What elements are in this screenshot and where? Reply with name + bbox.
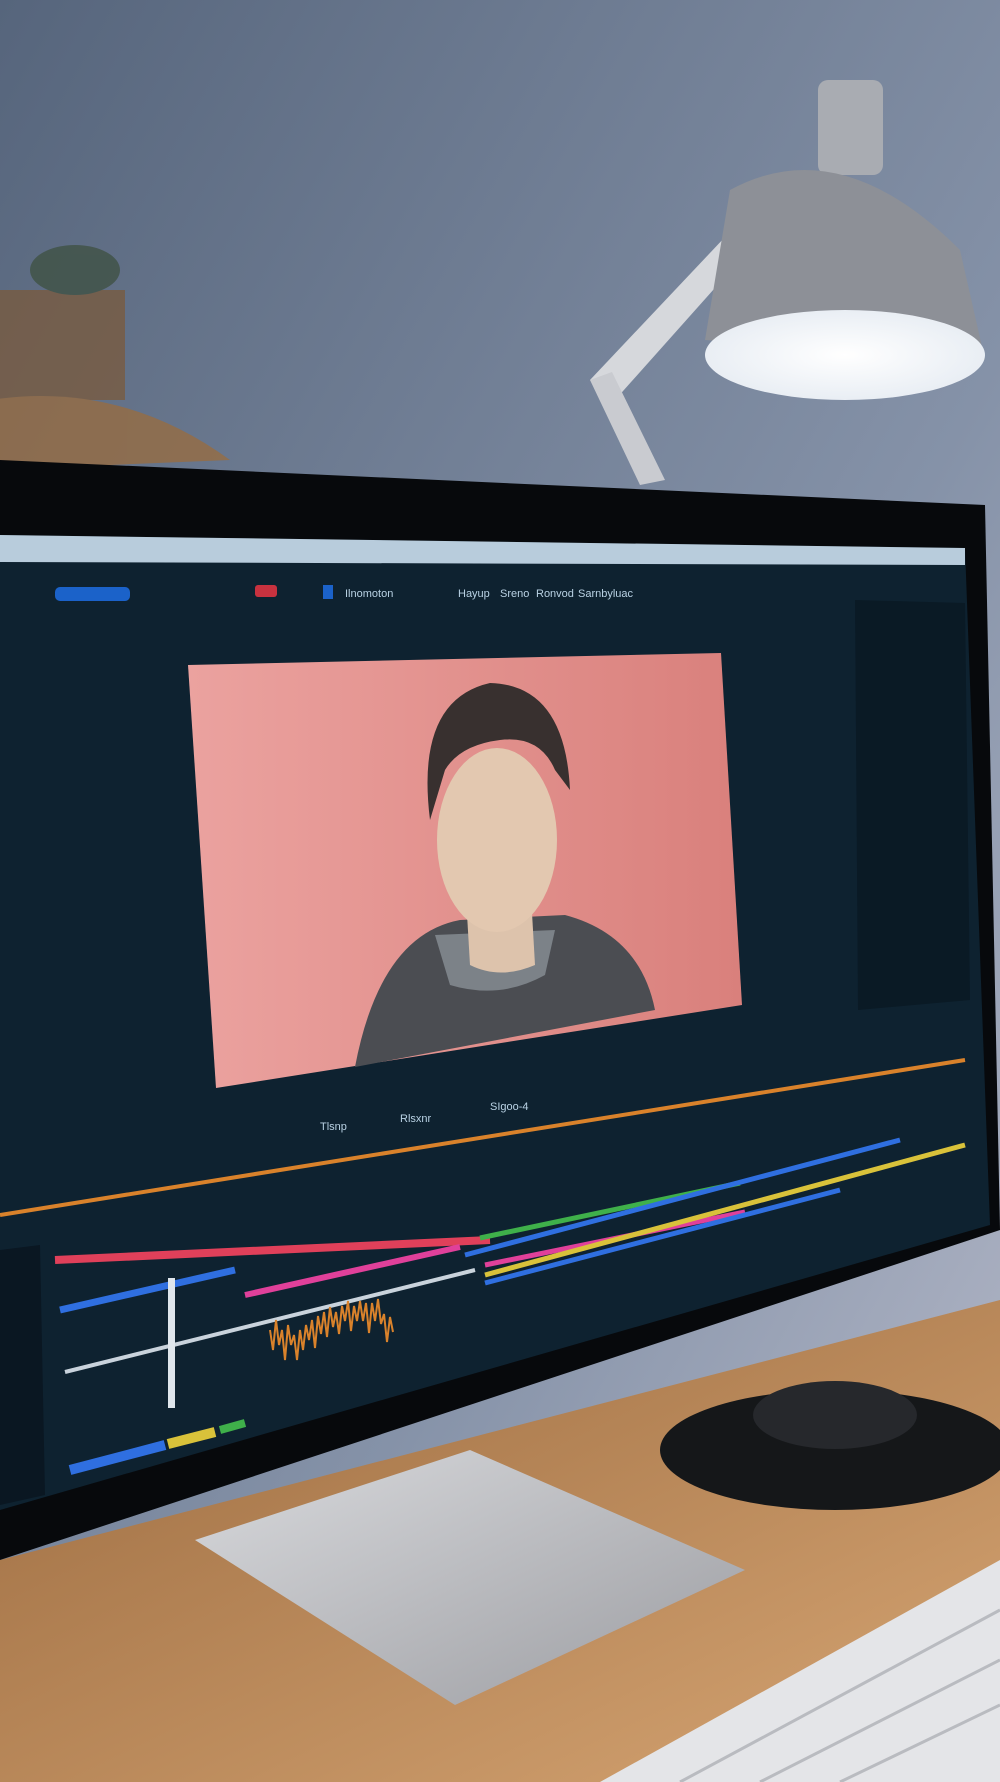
lamp-light <box>705 310 985 400</box>
menu-item-2[interactable]: Ronvod <box>536 588 574 600</box>
timeline-label-1: Rlsxnr <box>400 1113 432 1125</box>
character-face <box>437 748 557 932</box>
timeline-label-0: Tlsnp <box>320 1121 347 1133</box>
record-badge[interactable] <box>255 585 277 597</box>
playhead[interactable] <box>168 1278 175 1408</box>
tool-sidebar <box>0 1245 45 1505</box>
menu-item-3[interactable]: Sarnbyluac <box>578 588 634 600</box>
color-swatch <box>323 585 333 599</box>
active-menu-tab[interactable] <box>55 587 130 601</box>
menu-item-0[interactable]: Hayup <box>458 588 490 600</box>
title-tab[interactable]: Ilnomoton <box>345 588 393 600</box>
properties-panel <box>855 600 970 1010</box>
mouse[interactable] <box>753 1381 917 1449</box>
timeline-label-2: SIgoo-4 <box>490 1101 529 1113</box>
menu-item-1[interactable]: Sreno <box>500 588 529 600</box>
photo-scene: Ilnomoton Hayup Sreno Ronvod Sarnbyluac … <box>0 0 1000 1782</box>
